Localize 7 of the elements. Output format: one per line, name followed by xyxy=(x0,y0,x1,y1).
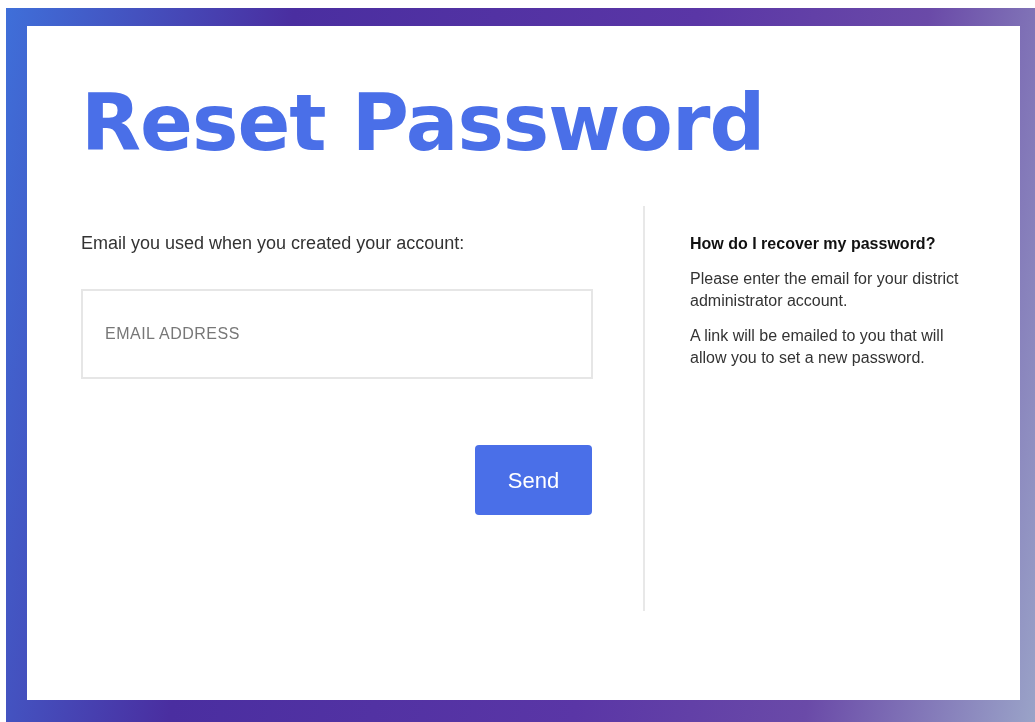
field-label: Email you used when you created your account: xyxy=(81,232,465,255)
help-text: Please enter the email for your district administrator account. xyxy=(690,269,960,312)
help-heading: How do I recover my password? xyxy=(690,234,937,254)
email-field[interactable]: EMAIL ADDRESS xyxy=(81,289,593,379)
page-title: Reset Password xyxy=(81,84,765,162)
send-button[interactable]: Send xyxy=(475,445,592,515)
help-text: A link will be emailed to you that will allow you to set a new password. xyxy=(690,325,945,369)
